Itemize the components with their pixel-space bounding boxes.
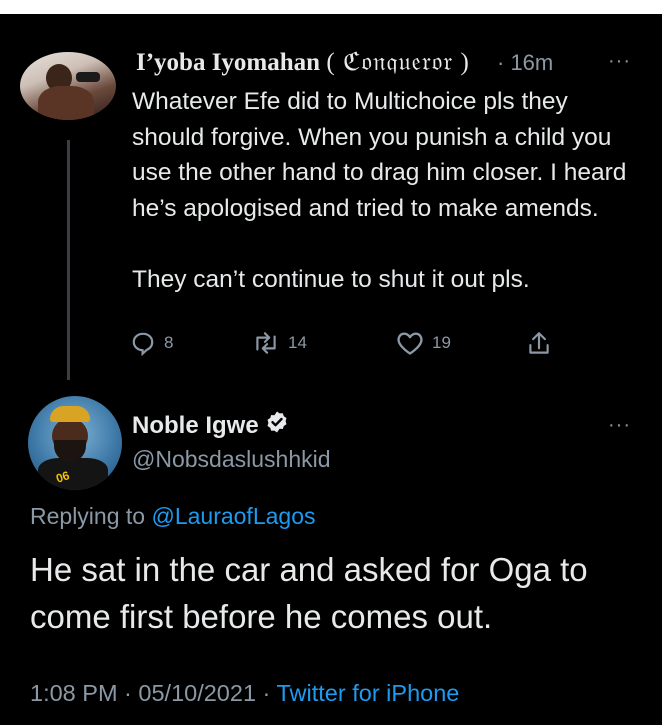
main-author-avatar[interactable]: 06 <box>28 396 122 490</box>
share-icon <box>526 330 552 358</box>
tweet-timestamp[interactable]: 1:08 PM · 05/10/2021 · <box>30 680 270 706</box>
reply-icon <box>130 330 156 356</box>
tweet-source-link[interactable]: Twitter for iPhone <box>276 680 459 706</box>
thread-line <box>67 140 70 380</box>
share-button[interactable] <box>526 330 552 358</box>
like-count: 19 <box>432 333 451 352</box>
main-more-icon[interactable]: ··· <box>608 414 631 437</box>
retweet-icon <box>252 330 280 356</box>
retweet-button[interactable]: 14 <box>252 330 307 356</box>
parent-author-avatar[interactable] <box>20 52 116 120</box>
verified-badge-icon <box>265 410 289 441</box>
main-author-handle[interactable]: @Nobsdaslushhkid <box>132 446 331 473</box>
parent-author-name-decoration: ( ℭ𝔬𝔫𝔮𝔲𝔢𝔯𝔬𝔯 ) <box>326 49 470 76</box>
like-button[interactable]: 19 <box>396 330 451 356</box>
retweet-count: 14 <box>288 333 307 352</box>
replying-prefix: Replying to <box>30 503 146 529</box>
reply-button[interactable]: 8 <box>130 330 173 356</box>
top-strip <box>0 0 662 14</box>
parent-author-name[interactable]: I’yoba Iyomahan ( ℭ𝔬𝔫𝔮𝔲𝔢𝔯𝔬𝔯 ) <box>136 47 470 77</box>
main-author-name[interactable]: Noble Igwe <box>132 410 289 441</box>
replying-to-link[interactable]: @LauraofLagos <box>151 503 315 529</box>
parent-author-name-text: I’yoba Iyomahan <box>136 49 321 76</box>
like-icon <box>396 330 424 356</box>
main-author-name-text: Noble Igwe <box>132 411 259 439</box>
parent-tweet-time[interactable]: · 16m <box>497 50 553 76</box>
parent-tweet-text: Whatever Efe did to Multichoice pls they… <box>132 88 627 293</box>
parent-tweet-actions: 8 14 19 <box>130 330 570 358</box>
main-tweet-text: He sat in the car and asked for Oga to c… <box>30 551 588 635</box>
tweet-meta: 1:08 PM · 05/10/2021 · Twitter for iPhon… <box>30 680 459 707</box>
reply-count: 8 <box>164 333 174 352</box>
parent-more-icon[interactable]: ··· <box>608 50 631 73</box>
replying-to: Replying to @LauraofLagos <box>30 503 316 530</box>
